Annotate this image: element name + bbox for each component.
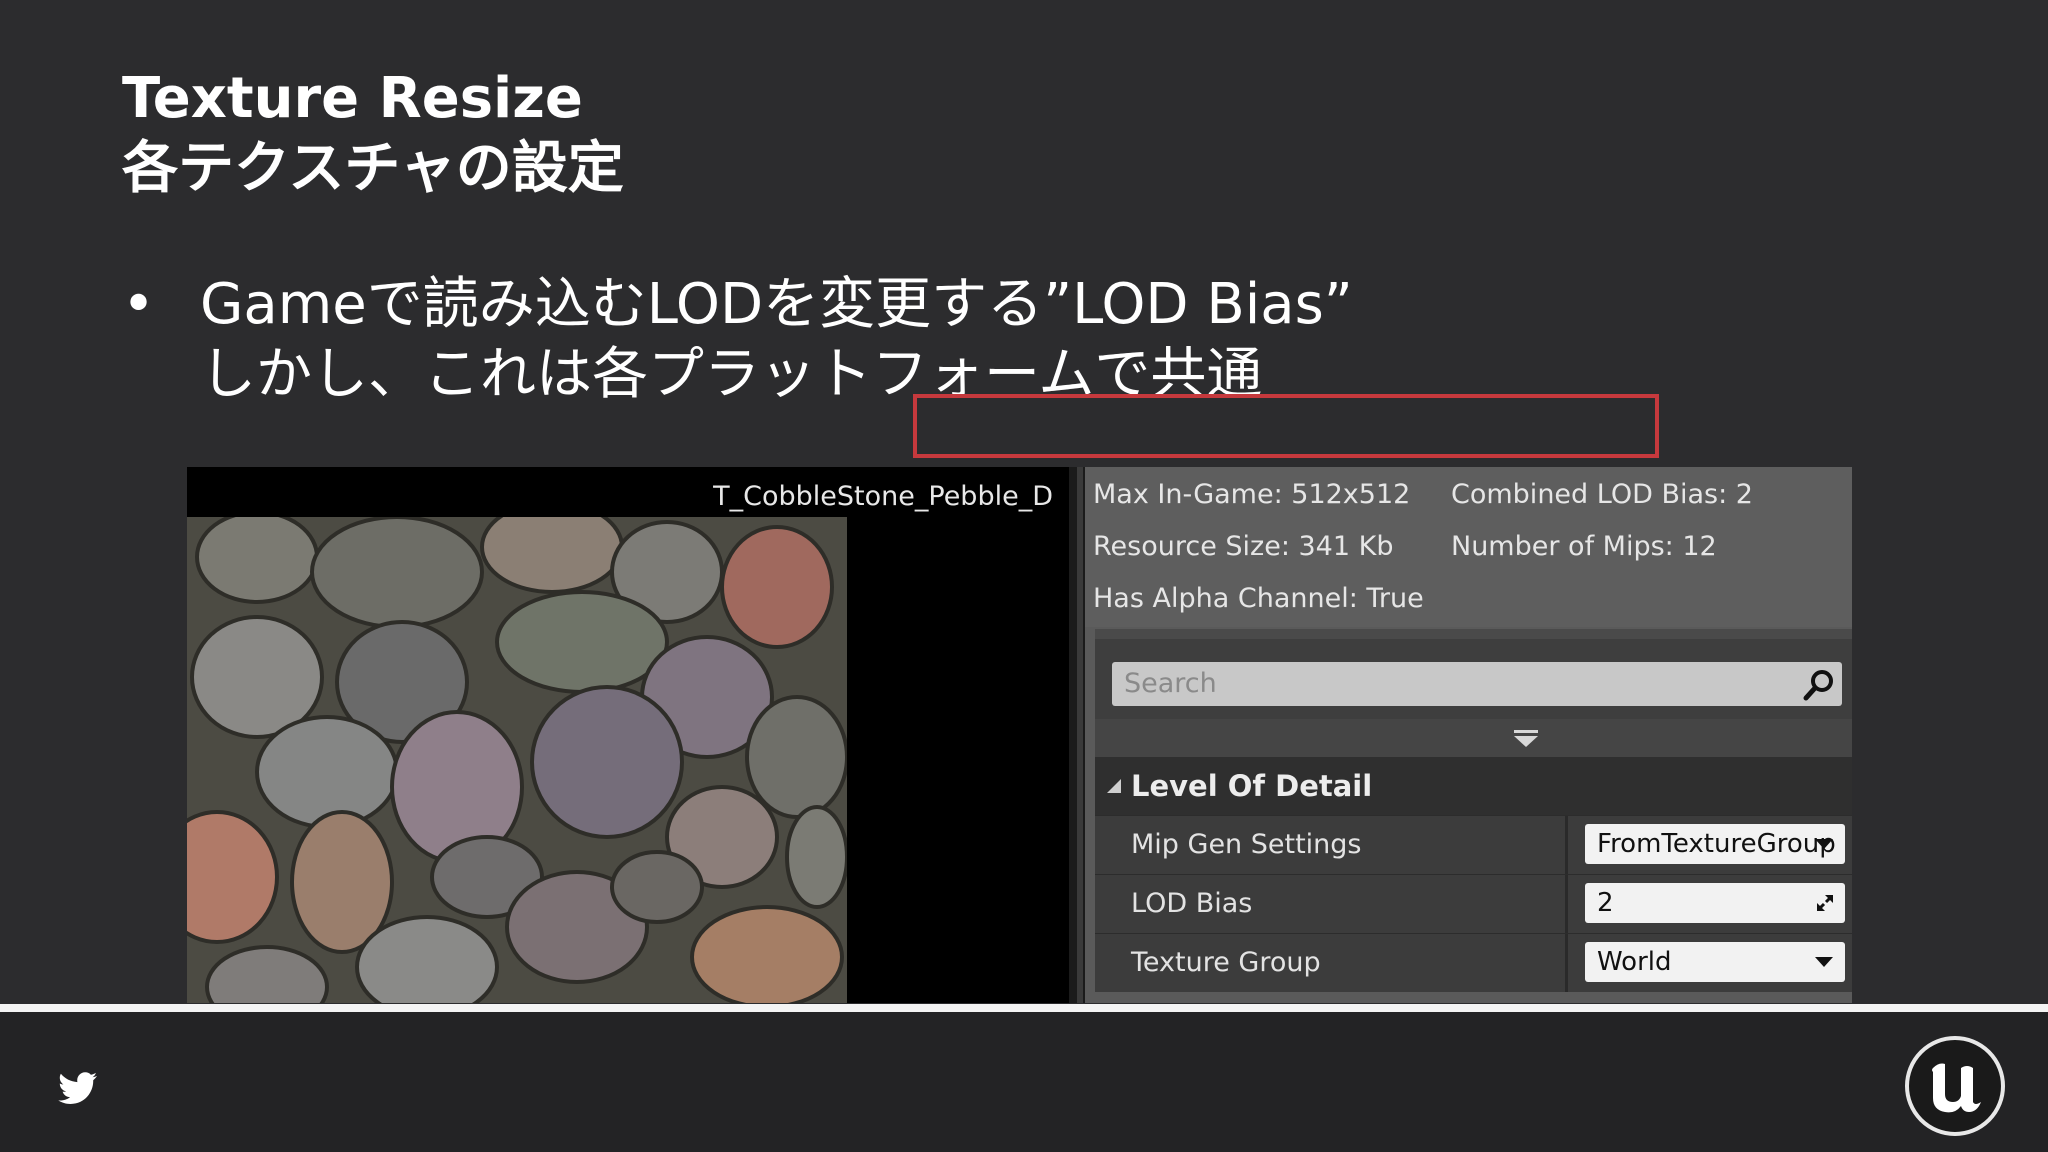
property-row-mip-gen-settings: Mip Gen Settings FromTextureGroup: [1095, 815, 1852, 874]
lod-bias-input[interactable]: 2: [1585, 883, 1845, 923]
slide-title-line1: Texture Resize: [122, 66, 583, 131]
property-label: LOD Bias: [1131, 888, 1253, 919]
texture-group-dropdown[interactable]: World: [1585, 942, 1845, 982]
footer-divider: [0, 1004, 2048, 1012]
texture-viewport: T_CobbleStone_Pebble_D: [187, 467, 1069, 1003]
asset-name: T_CobbleStone_Pebble_D: [713, 481, 1053, 512]
twitter-icon: [58, 1072, 97, 1104]
property-label: Texture Group: [1131, 947, 1321, 978]
lod-bias-value: 2: [1597, 888, 1614, 918]
property-row-lod-bias: LOD Bias 2: [1095, 874, 1852, 933]
section-level-of-detail[interactable]: Level Of Detail: [1095, 757, 1852, 815]
spin-arrows-icon[interactable]: [1815, 893, 1835, 913]
mip-gen-settings-dropdown[interactable]: FromTextureGroup: [1585, 824, 1845, 864]
chevron-down-icon: [1514, 730, 1538, 747]
search-input[interactable]: Search: [1112, 662, 1842, 706]
column-divider: [1565, 934, 1568, 992]
number-of-mips-info: Number of Mips: 12: [1451, 531, 1717, 562]
footer-bar: [0, 1012, 2048, 1152]
collapse-triangle-icon: [1107, 779, 1121, 793]
unreal-engine-logo: [1905, 1036, 2005, 1136]
divider: [1095, 629, 1852, 639]
combined-lod-bias-info: Combined LOD Bias: 2: [1451, 479, 1753, 510]
filter-toggle-bar[interactable]: [1095, 719, 1852, 757]
has-alpha-info: Has Alpha Channel: True: [1093, 583, 1424, 614]
dropdown-arrow-icon: [1815, 957, 1833, 967]
dropdown-value: FromTextureGroup: [1597, 829, 1836, 859]
slide-title: Texture Resize 各テクスチャの設定: [122, 64, 624, 204]
dropdown-value: World: [1597, 947, 1672, 977]
details-panel: Max In-Game: 512x512 Combined LOD Bias: …: [1085, 467, 1852, 1003]
texture-preview: [187, 517, 847, 1003]
search-placeholder: Search: [1124, 668, 1217, 699]
slide-title-line2: 各テクスチャの設定: [122, 136, 624, 201]
section-title: Level Of Detail: [1131, 769, 1373, 803]
column-divider: [1565, 875, 1568, 933]
max-in-game-info: Max In-Game: 512x512: [1093, 479, 1411, 510]
editor-screenshot: T_CobbleStone_Pebble_D Max In-Game: 512x…: [187, 467, 1852, 1003]
dropdown-arrow-icon: [1815, 839, 1833, 849]
search-icon[interactable]: [1802, 668, 1836, 702]
property-label: Mip Gen Settings: [1131, 829, 1362, 860]
bullet-dot: •: [122, 272, 156, 337]
property-row-texture-group: Texture Group World: [1095, 933, 1852, 992]
texture-info: Max In-Game: 512x512 Combined LOD Bias: …: [1085, 467, 1852, 627]
bullet-line1: Gameで読み込むLODを変更する”LOD Bias”: [200, 272, 1353, 337]
resource-size-info: Resource Size: 341 Kb: [1093, 531, 1394, 562]
lod-bias-highlight-box: [913, 394, 1659, 458]
column-divider: [1565, 816, 1568, 874]
